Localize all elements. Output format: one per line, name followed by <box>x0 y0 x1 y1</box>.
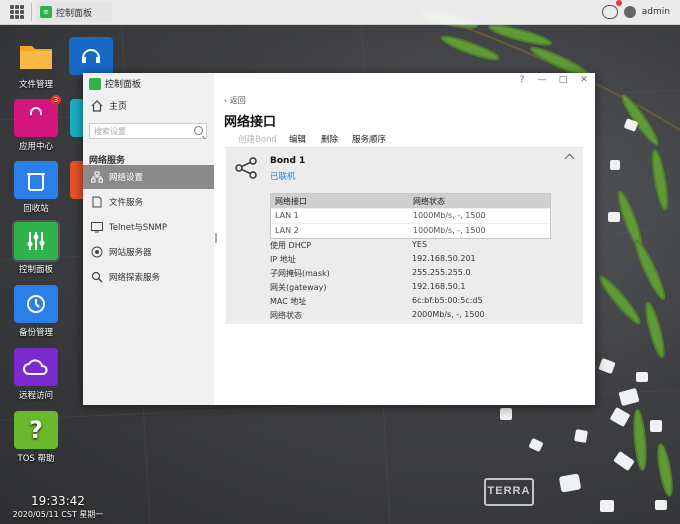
create-bond-button[interactable]: 创建Bond <box>238 133 277 145</box>
column-header-interface: 网络接口 <box>275 197 307 206</box>
minimize-button[interactable]: — <box>535 75 549 85</box>
detail-value: 255.255.255.0 <box>412 268 471 277</box>
trash-icon <box>14 161 58 199</box>
help-button[interactable]: ? <box>515 75 529 85</box>
folder-icon <box>14 37 58 75</box>
bond-name: Bond 1 <box>270 156 306 166</box>
headset-icon <box>69 37 113 75</box>
sidebar-item-network-settings[interactable]: 网络设置 <box>83 165 214 189</box>
user-name[interactable]: admin <box>642 7 670 17</box>
page-title: 网络接口 <box>224 115 277 130</box>
file-service-icon <box>92 196 102 208</box>
detail-value: 192.168.50.1 <box>412 282 466 291</box>
network-icon <box>91 171 103 183</box>
control-panel-icon: ≡ <box>40 6 52 18</box>
detail-value: 6c:bf:b5:00:5c:d5 <box>412 296 483 305</box>
taskbar-app-label: 控制面板 <box>56 8 93 19</box>
control-panel-icon <box>89 77 101 90</box>
desktop-icon-remote-access[interactable]: 远程访问 <box>1 348 71 401</box>
back-link[interactable]: ‹ 返回 <box>224 95 246 106</box>
detail-value: 192.168.50.201 <box>412 254 476 263</box>
table-cell: LAN 1 <box>275 211 299 220</box>
table-cell: LAN 2 <box>275 226 299 235</box>
maximize-button[interactable]: □ <box>556 75 570 85</box>
share-icon <box>235 157 257 179</box>
desktop-icon-control-panel[interactable]: 控制面板 <box>1 220 71 275</box>
detail-value: YES <box>412 240 428 249</box>
cloud-icon <box>14 348 58 386</box>
sidebar-item-network-discovery[interactable]: 网络探索服务 <box>83 265 214 289</box>
detail-key: 子网掩码(mask) <box>270 269 330 278</box>
sidebar-item-web-server[interactable]: 网站服务器 <box>83 240 214 264</box>
table-row: LAN 2 1000Mb/s, -, 1500 <box>271 223 550 238</box>
window-title-label: 控制面板 <box>105 80 142 90</box>
detail-key: 网络状态 <box>270 311 302 320</box>
clock-date: 2020/05/11 CST 星期一 <box>12 510 104 519</box>
sliders-icon <box>12 220 60 262</box>
shopping-bag-icon: 3 <box>14 95 61 137</box>
sidebar-item-file-service[interactable]: 文件服务 <box>83 190 214 214</box>
detail-value: 2000Mb/s, -, 1500 <box>412 310 485 319</box>
taskbar-divider <box>31 3 32 21</box>
home-icon <box>91 99 103 112</box>
service-order-button[interactable]: 服务顺序 <box>352 133 386 145</box>
discovery-search-icon <box>91 271 103 283</box>
taskbar-tray: admin <box>601 0 670 20</box>
edit-button[interactable]: 编辑 <box>289 133 306 145</box>
brand-watermark: TERRA <box>484 478 534 506</box>
back-label: 返回 <box>229 96 246 105</box>
user-avatar-icon[interactable] <box>623 6 636 18</box>
table-row: LAN 1 1000Mb/s, -, 1500 <box>271 208 550 223</box>
collapse-chevron-icon[interactable] <box>564 153 575 164</box>
apps-grid-icon[interactable] <box>10 5 24 19</box>
sidebar-item-telnet-snmp[interactable]: Telnet与SNMP <box>83 215 214 239</box>
search-icon[interactable] <box>194 126 206 140</box>
column-header-status: 网络状态 <box>413 197 445 206</box>
desktop-clock: 19:33:42 2020/05/11 CST 星期一 <box>6 494 110 520</box>
delete-button[interactable]: 删除 <box>321 133 338 145</box>
taskbar-app-control-panel[interactable]: ≡ 控制面板 <box>36 2 112 22</box>
globe-icon <box>91 246 103 258</box>
main-content: ‹ 返回 网络接口 创建Bond 编辑 删除 服务顺序 Bond 1 已联机 网… <box>214 95 595 405</box>
detail-key: IP 地址 <box>270 255 296 264</box>
message-icon[interactable] <box>601 0 622 19</box>
clock-time: 19:33:42 <box>31 494 85 508</box>
backup-clock-icon <box>14 285 58 323</box>
sidebar-item-label: Telnet与SNMP <box>109 223 168 233</box>
sidebar-item-label: 文件服务 <box>109 198 144 208</box>
detail-key: MAC 地址 <box>270 297 307 306</box>
question-mark-icon: ? <box>14 411 58 449</box>
taskbar: ≡ 控制面板 admin <box>0 0 680 25</box>
sidebar-home-label: 主页 <box>109 102 128 112</box>
close-button[interactable]: ✕ <box>577 75 591 85</box>
sidebar-item-label: 网站服务器 <box>109 248 152 258</box>
search-input[interactable]: 搜索设置 <box>89 123 207 140</box>
search-placeholder: 搜索设置 <box>94 127 126 136</box>
table-header: 网络接口 网络状态 <box>271 194 550 208</box>
sidebar-home[interactable]: 主页 <box>91 99 127 112</box>
sidebar: 控制面板 主页 搜索设置 网络服务 网络设置 文件服务 Telnet与SNMP <box>83 73 214 405</box>
sidebar-item-label: 网络探索服务 <box>109 273 161 283</box>
table-cell: 1000Mb/s, -, 1500 <box>413 226 486 235</box>
control-panel-window: 控制面板 主页 搜索设置 网络服务 网络设置 文件服务 Telnet与SNMP <box>83 73 595 405</box>
sidebar-item-label: 网络设置 <box>109 173 144 183</box>
notification-dot <box>615 0 622 6</box>
desktop-icon-backup[interactable]: 备份管理 <box>1 285 71 338</box>
bond-panel: Bond 1 已联机 网络接口 网络状态 LAN 1 1000Mb/s, -, … <box>226 148 583 324</box>
bond-status: 已联机 <box>270 172 296 182</box>
toolbar: 创建Bond 编辑 删除 服务顺序 <box>224 133 584 148</box>
window-title: 控制面板 <box>89 77 141 90</box>
detail-key: 网关(gateway) <box>270 283 327 292</box>
table-cell: 1000Mb/s, -, 1500 <box>413 211 486 220</box>
desktop-icon-help[interactable]: ? TOS 帮助 <box>1 411 71 464</box>
detail-key: 使用 DHCP <box>270 241 312 250</box>
interface-table: 网络接口 网络状态 LAN 1 1000Mb/s, -, 1500 LAN 2 … <box>270 193 551 239</box>
terminal-icon <box>91 222 103 233</box>
